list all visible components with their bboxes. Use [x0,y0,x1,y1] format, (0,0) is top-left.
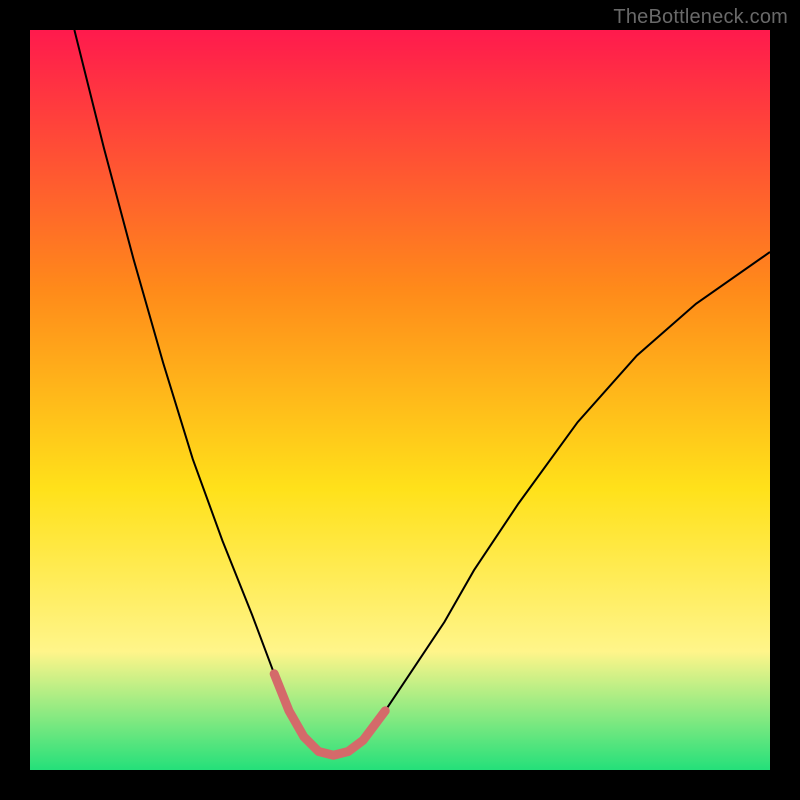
chart-background [30,30,770,770]
bottleneck-chart [30,30,770,770]
watermark-text: TheBottleneck.com [613,6,788,29]
chart-stage: TheBottleneck.com [0,0,800,800]
